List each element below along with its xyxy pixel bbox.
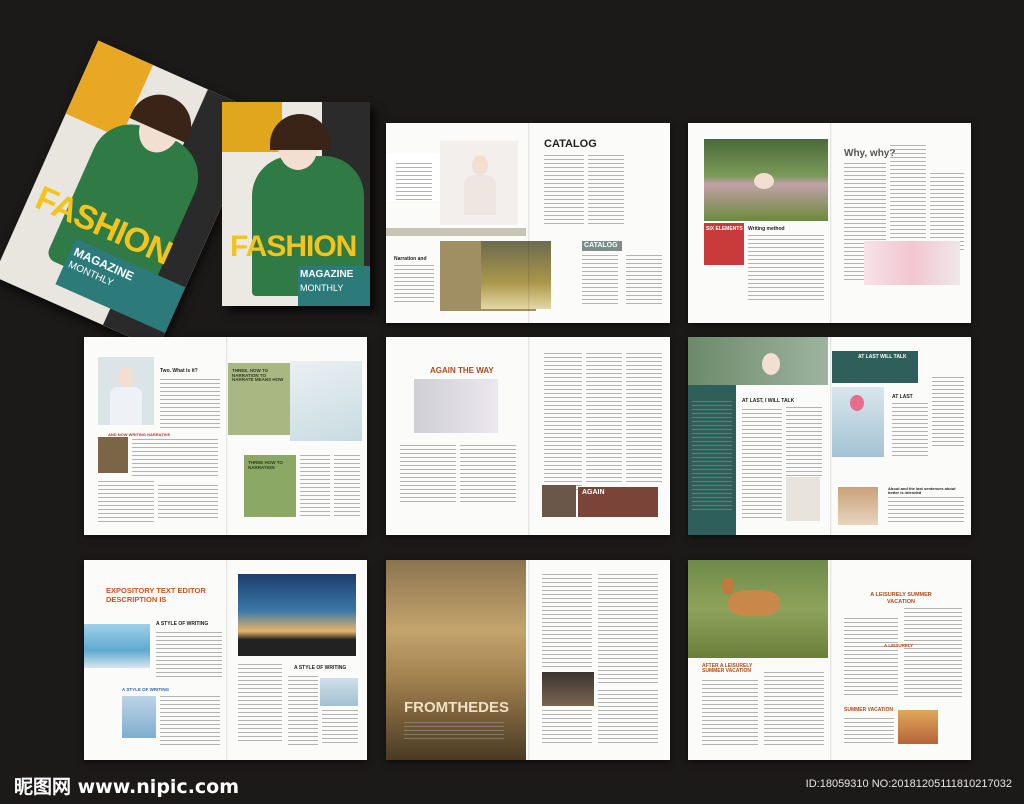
- narration-photo-student: [98, 357, 154, 425]
- cover-right-monthly: MONTHLY: [300, 283, 344, 293]
- cover-right-subtitle: MAGAZINE: [300, 269, 354, 280]
- narration-photo-girl: [290, 361, 362, 441]
- again-label: AGAIN: [582, 489, 605, 496]
- at-last-small: AT LAST: [892, 394, 913, 400]
- at-last-photo-balloon: [832, 387, 884, 457]
- summer-vac-2: AFTER A LEISURELY SUMMER VACATION: [702, 663, 753, 674]
- summer-vac-1: A LEISURELY SUMMER VACATION: [870, 592, 932, 606]
- again-photo-camera: [542, 485, 576, 517]
- cover-right-title: FASHION: [230, 230, 357, 263]
- why-photo-lying: [704, 139, 828, 221]
- spread-from: FROMTHEDES: [386, 560, 670, 760]
- catalog-small-title: CATALOG: [584, 242, 618, 249]
- spread-why: SIX ELEMENTS Why, why? Writing method: [688, 123, 971, 323]
- expository-style-2: A STYLE OF WRITING: [294, 665, 347, 671]
- from-title: FROMTHEDES: [404, 699, 509, 716]
- catalog-photo-girl: [440, 141, 518, 225]
- expository-photo-bike: [84, 624, 150, 668]
- catalog-narration: Narration and: [394, 256, 427, 262]
- again-the-way: AGAIN THE WAY: [430, 366, 494, 375]
- watermark-id: ID:18059310 NO:20181205111810217032: [805, 778, 1012, 790]
- at-last-will-talk: AT LAST WILL TALK: [858, 354, 907, 360]
- spread-again: AGAIN THE WAY AGAIN: [386, 337, 670, 535]
- cover-right: FASHION MAGAZINE MONTHLY: [222, 102, 370, 306]
- catalog-photo-field: [481, 241, 551, 309]
- spread-at-last: AT LAST, I WILL TALK AT LAST WILL TALK A…: [688, 337, 971, 535]
- spread-catalog: CATALOG Narration and CATALOG: [386, 123, 670, 323]
- expository-style-3: A STYLE OF WRITING: [122, 687, 170, 692]
- summer-photo-sunset: [898, 710, 938, 744]
- spread-summer: A LEISURELY SUMMER VACATION AFTER A LEIS…: [688, 560, 971, 760]
- why-six-elements: SIX ELEMENTS: [706, 226, 743, 232]
- summer-vac-4: SUMMER VACATION: [844, 707, 893, 713]
- at-last-about: About and the last sentences about bette…: [888, 486, 956, 495]
- why-photo-flower: [864, 241, 960, 285]
- narration-three-how2: THREE HOW TO NARRATION: [248, 460, 283, 470]
- expository-photo-sunset: [238, 574, 356, 656]
- expository-style-1: A STYLE OF WRITING: [156, 621, 209, 627]
- again-photo: [414, 379, 498, 433]
- summer-photo-deer: [688, 560, 828, 658]
- narration-three-how: THREE, HOW TO NARRATION TO NARRATE MEANS…: [232, 368, 284, 382]
- at-last-photo-train: [688, 337, 828, 385]
- narration-two: Two. What is it?: [160, 368, 198, 374]
- catalog-title: CATALOG: [544, 138, 597, 150]
- spread-narration: Two. What is it? AND NOW WRITING NARRATI…: [84, 337, 367, 535]
- at-last-heading: AT LAST, I WILL TALK: [742, 398, 795, 404]
- at-last-photo-walker: [838, 487, 878, 525]
- spread-expository: EXPOSITORY TEXT EDITOR DESCRIPTION IS A …: [84, 560, 367, 760]
- expository-title: EXPOSITORY TEXT EDITOR DESCRIPTION IS: [106, 586, 206, 604]
- why-title: Why, why?: [844, 148, 896, 159]
- summer-vac-3: A LEISURELY: [884, 643, 914, 648]
- watermark-logo: 昵图网 www.nipic.com: [14, 776, 240, 798]
- why-writing-method: Writing method: [748, 226, 785, 232]
